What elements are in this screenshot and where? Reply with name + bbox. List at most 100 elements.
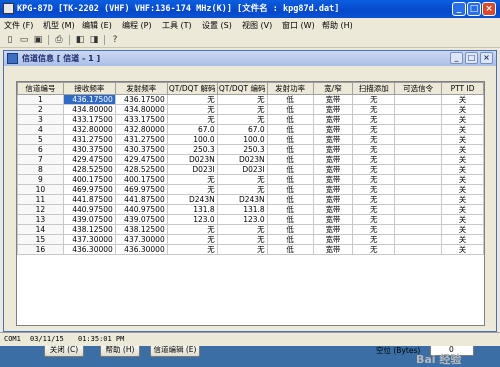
table-cell[interactable] xyxy=(394,214,443,225)
save-disk-icon[interactable]: ▣ xyxy=(32,34,44,46)
menu-model[interactable]: 机型 (M) xyxy=(43,20,75,31)
table-row[interactable]: 10 469.97500 469.97500 无无低宽带无关 xyxy=(17,184,484,195)
table-cell[interactable]: 440.97500 xyxy=(114,204,168,215)
help-icon[interactable]: ? xyxy=(109,34,121,46)
table-cell[interactable]: 低 xyxy=(266,154,314,165)
table-cell[interactable]: 432.80000 xyxy=(62,124,116,135)
table-cell[interactable]: 无 xyxy=(352,124,396,135)
table-cell[interactable]: 无 xyxy=(166,234,218,245)
table-cell[interactable]: 低 xyxy=(266,104,314,115)
table-cell[interactable]: 宽带 xyxy=(312,154,354,165)
open-folder-icon[interactable]: ▭ xyxy=(18,34,30,46)
table-cell[interactable]: D023N xyxy=(166,154,218,165)
table-cell[interactable]: 无 xyxy=(352,194,396,205)
column-header[interactable]: QT/DQT 编码 xyxy=(216,82,268,95)
table-cell[interactable]: 无 xyxy=(216,174,268,185)
table-cell[interactable]: 低 xyxy=(266,194,314,205)
table-cell[interactable]: 宽带 xyxy=(312,244,354,255)
column-header[interactable]: 发射功率 xyxy=(266,82,314,95)
title-bar[interactable]: KPG-87D [TK-2202 (VHF) VHF:136-174 MHz(K… xyxy=(0,0,500,18)
table-cell[interactable]: 无 xyxy=(216,234,268,245)
table-cell[interactable]: 100.0 xyxy=(166,134,218,145)
table-cell[interactable]: 131.8 xyxy=(216,204,268,215)
table-cell[interactable]: 无 xyxy=(216,184,268,195)
table-cell[interactable]: 无 xyxy=(352,244,396,255)
table-cell[interactable]: 无 xyxy=(352,134,396,145)
child-minimize-button[interactable]: _ xyxy=(450,52,463,64)
table-cell[interactable]: 关 xyxy=(441,194,484,205)
table-cell[interactable] xyxy=(394,224,443,235)
menu-view[interactable]: 视图 (V) xyxy=(242,20,272,31)
table-cell[interactable]: 无 xyxy=(166,224,218,235)
table-cell[interactable]: 439.07500 xyxy=(114,214,168,225)
close-button[interactable]: × xyxy=(482,2,496,16)
table-row[interactable]: 5 431.27500 431.27500 100.0 100.0 低宽带无关 xyxy=(17,134,484,145)
table-cell[interactable]: 429.47500 xyxy=(62,154,116,165)
child-maximize-button[interactable]: □ xyxy=(465,52,478,64)
table-cell[interactable]: 无 xyxy=(352,184,396,195)
table-cell[interactable]: 关 xyxy=(441,134,484,145)
table-cell[interactable]: 428.52500 xyxy=(62,164,116,175)
table-cell[interactable]: 123.0 xyxy=(216,214,268,225)
table-cell[interactable]: 无 xyxy=(216,224,268,235)
table-cell[interactable]: 宽带 xyxy=(312,214,354,225)
column-header[interactable]: 宽/窄 xyxy=(312,82,354,95)
table-cell[interactable]: D243N xyxy=(216,194,268,205)
table-cell[interactable]: 433.17500 xyxy=(62,114,116,125)
child-close-button[interactable]: × xyxy=(480,52,493,64)
table-cell[interactable]: 436.17500 xyxy=(114,94,168,105)
table-cell[interactable]: 宽带 xyxy=(312,174,354,185)
table-cell[interactable]: 关 xyxy=(441,164,484,175)
table-cell[interactable]: 关 xyxy=(441,114,484,125)
table-cell[interactable]: 428.52500 xyxy=(114,164,168,175)
table-cell[interactable]: 关 xyxy=(441,174,484,185)
table-cell[interactable]: 无 xyxy=(166,94,218,105)
table-cell[interactable]: 131.8 xyxy=(166,204,218,215)
table-cell[interactable]: 无 xyxy=(166,244,218,255)
table-cell[interactable]: 关 xyxy=(441,154,484,165)
column-header[interactable]: 信道编号 xyxy=(17,82,64,95)
table-cell[interactable]: 低 xyxy=(266,214,314,225)
table-row[interactable]: 14 438.12500 438.12500 无无低宽带无关 xyxy=(17,224,484,235)
table-cell[interactable]: 469.97500 xyxy=(114,184,168,195)
table-cell[interactable]: 434.80000 xyxy=(114,104,168,115)
table-cell[interactable]: 434.80000 xyxy=(62,104,116,115)
table-cell[interactable]: 439.07500 xyxy=(62,214,116,225)
table-cell[interactable]: 低 xyxy=(266,164,314,175)
table-cell[interactable]: 430.37500 xyxy=(114,144,168,155)
table-cell[interactable]: 宽带 xyxy=(312,194,354,205)
table-row[interactable]: 9 400.17500 400.17500 无无低宽带无关 xyxy=(17,174,484,185)
table-cell[interactable]: 宽带 xyxy=(312,224,354,235)
table-row[interactable]: 2 434.80000 434.80000 无无低宽带无关 xyxy=(17,104,484,115)
column-header[interactable]: 可选信令 xyxy=(394,82,443,95)
table-cell[interactable]: 67.0 xyxy=(166,124,218,135)
table-cell[interactable]: 低 xyxy=(266,124,314,135)
table-cell[interactable]: 关 xyxy=(441,104,484,115)
table-cell[interactable]: 441.87500 xyxy=(114,194,168,205)
table-cell[interactable]: 438.12500 xyxy=(62,224,116,235)
table-cell[interactable] xyxy=(394,194,443,205)
minimize-button[interactable]: _ xyxy=(452,2,466,16)
table-cell[interactable]: 469.97500 xyxy=(62,184,116,195)
table-cell[interactable]: 关 xyxy=(441,244,484,255)
table-cell[interactable]: 431.27500 xyxy=(114,134,168,145)
table-cell[interactable] xyxy=(394,104,443,115)
table-cell[interactable]: 无 xyxy=(166,174,218,185)
table-cell[interactable]: 无 xyxy=(352,234,396,245)
table-cell[interactable]: 无 xyxy=(216,244,268,255)
column-header[interactable]: 扫描添加 xyxy=(352,82,396,95)
table-cell[interactable]: 438.12500 xyxy=(114,224,168,235)
column-header[interactable]: PTT ID xyxy=(441,82,484,95)
table-cell[interactable]: 低 xyxy=(266,234,314,245)
table-cell[interactable]: 430.37500 xyxy=(62,144,116,155)
menu-help[interactable]: 帮助 (H) xyxy=(322,20,353,31)
table-cell[interactable]: 无 xyxy=(352,114,396,125)
table-cell[interactable]: 429.47500 xyxy=(114,154,168,165)
table-cell[interactable]: 436.17500 xyxy=(62,94,116,105)
table-cell[interactable]: 250.3 xyxy=(216,144,268,155)
table-cell[interactable] xyxy=(394,124,443,135)
table-cell[interactable]: 关 xyxy=(441,144,484,155)
table-cell[interactable]: 低 xyxy=(266,114,314,125)
table-cell[interactable]: 宽带 xyxy=(312,234,354,245)
table-cell[interactable]: 无 xyxy=(166,114,218,125)
